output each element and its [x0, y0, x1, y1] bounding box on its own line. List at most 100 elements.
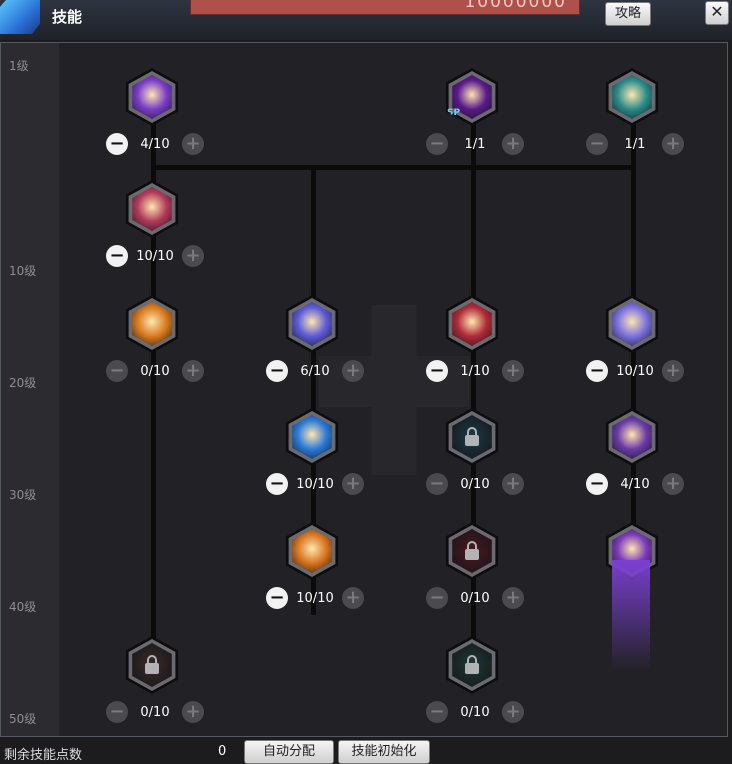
- skill-frame: [448, 411, 496, 463]
- skill-art: [132, 643, 172, 687]
- skill-level-count: 0/10: [140, 704, 170, 720]
- skill-level-count: 1/10: [460, 363, 490, 379]
- plus-button[interactable]: +: [501, 587, 524, 609]
- minus-button[interactable]: −: [266, 360, 288, 382]
- skill-art: [612, 415, 652, 459]
- skill-frame: [608, 411, 656, 463]
- plus-button[interactable]: +: [342, 587, 364, 609]
- skill-art: [132, 75, 172, 119]
- skill-level-count: 10/10: [136, 248, 174, 264]
- skill-frame: [288, 411, 336, 463]
- skill-level-control: −4/10 +: [106, 132, 204, 156]
- skill-frame: [128, 298, 176, 350]
- minus-button[interactable]: −: [426, 701, 448, 723]
- skill-level-count: 0/10: [460, 476, 490, 492]
- skill-level-count: 1/1: [464, 136, 486, 152]
- skill-gem-icon: [0, 0, 40, 34]
- plus-button[interactable]: +: [501, 133, 524, 155]
- skill-level-count: 6/10: [300, 363, 330, 379]
- plus-button[interactable]: +: [662, 360, 684, 382]
- plus-button[interactable]: +: [342, 473, 364, 495]
- level-label: 30级: [9, 488, 37, 502]
- skill-level-count: 4/10: [140, 136, 170, 152]
- plus-button[interactable]: +: [181, 701, 204, 723]
- lock-icon: [465, 654, 479, 674]
- close-button[interactable]: ✕: [705, 1, 729, 25]
- skill-art: [612, 75, 652, 119]
- skill-level-count: 0/10: [460, 590, 490, 606]
- skill-level-control: −10/10 +: [586, 359, 684, 383]
- skill-level-control: −4/10 +: [586, 472, 684, 496]
- skill-frame: [128, 639, 176, 691]
- plus-button[interactable]: +: [182, 245, 204, 267]
- plus-button[interactable]: +: [181, 133, 204, 155]
- minus-button[interactable]: −: [426, 360, 448, 382]
- skill-art: [292, 529, 332, 573]
- skill-level-control: −10/10 +: [266, 472, 364, 496]
- minus-button[interactable]: −: [586, 473, 608, 495]
- minus-button[interactable]: −: [106, 133, 128, 155]
- skill-level-control: −1/1 +: [426, 132, 524, 156]
- minus-button[interactable]: −: [586, 360, 608, 382]
- skill-art: [292, 415, 332, 459]
- skill-level-control: −6/10 +: [266, 359, 364, 383]
- plus-button[interactable]: +: [181, 360, 204, 382]
- skill-frame: [448, 298, 496, 350]
- skill-frame: [128, 71, 176, 123]
- skill-art: [292, 302, 332, 346]
- connector-line: [151, 165, 635, 170]
- skill-level-control: −0/10 +: [426, 472, 524, 496]
- lock-icon: [465, 426, 479, 446]
- skill-level-control: −0/10 +: [426, 700, 524, 724]
- level-label: 20级: [9, 376, 37, 390]
- level-label: 10级: [9, 264, 37, 278]
- plus-button[interactable]: +: [341, 360, 364, 382]
- skill-frame: [288, 298, 336, 350]
- minus-button[interactable]: −: [106, 245, 128, 267]
- skill-art: [132, 187, 172, 231]
- lock-icon: [145, 654, 159, 674]
- skill-level-control: −1/10 +: [426, 359, 524, 383]
- plus-button[interactable]: +: [501, 360, 524, 382]
- guide-button[interactable]: 攻略: [605, 2, 651, 26]
- minus-button[interactable]: −: [426, 473, 448, 495]
- skill-frame: [128, 183, 176, 235]
- plus-button[interactable]: +: [501, 473, 524, 495]
- skill-art: [132, 302, 172, 346]
- level-label: 1级: [9, 59, 29, 73]
- reset-skills-button[interactable]: 技能初始化: [338, 740, 430, 764]
- minus-button[interactable]: −: [106, 360, 128, 382]
- skill-art: [452, 415, 492, 459]
- skill-art: [452, 302, 492, 346]
- minus-button[interactable]: −: [266, 587, 288, 609]
- minus-button[interactable]: −: [426, 587, 448, 609]
- auto-assign-button[interactable]: 自动分配: [244, 740, 334, 764]
- level-label: 50级: [9, 712, 37, 726]
- plus-button[interactable]: +: [661, 473, 684, 495]
- purple-glow-effect: [612, 560, 650, 670]
- skill-level-control: −0/10 +: [106, 359, 204, 383]
- skill-level-count: 0/10: [460, 704, 490, 720]
- skill-level-control: −10/10 +: [106, 244, 204, 268]
- skill-frame: [448, 639, 496, 691]
- minus-button[interactable]: −: [586, 133, 608, 155]
- minus-button[interactable]: −: [106, 701, 128, 723]
- level-column: 1级 10级 20级 30级 40级 50级: [1, 43, 59, 736]
- skill-frame: [288, 525, 336, 577]
- plus-button[interactable]: +: [661, 133, 684, 155]
- skill-art: [452, 529, 492, 573]
- minus-button[interactable]: −: [426, 133, 448, 155]
- skill-level-count: 10/10: [616, 363, 654, 379]
- plus-button[interactable]: +: [501, 701, 524, 723]
- minus-button[interactable]: −: [266, 473, 288, 495]
- score-value: 10000000: [464, 0, 567, 12]
- level-label: 40级: [9, 600, 37, 614]
- skill-level-count: 0/10: [140, 363, 170, 379]
- skill-art: [612, 302, 652, 346]
- skill-level-control: −0/10 +: [426, 586, 524, 610]
- skill-level-count: 1/1: [624, 136, 646, 152]
- skill-frame: [608, 71, 656, 123]
- window-title: 技能: [52, 8, 83, 26]
- skill-level-control: −10/10 +: [266, 586, 364, 610]
- title-bar: 技能 10000000 攻略 ✕: [0, 0, 732, 40]
